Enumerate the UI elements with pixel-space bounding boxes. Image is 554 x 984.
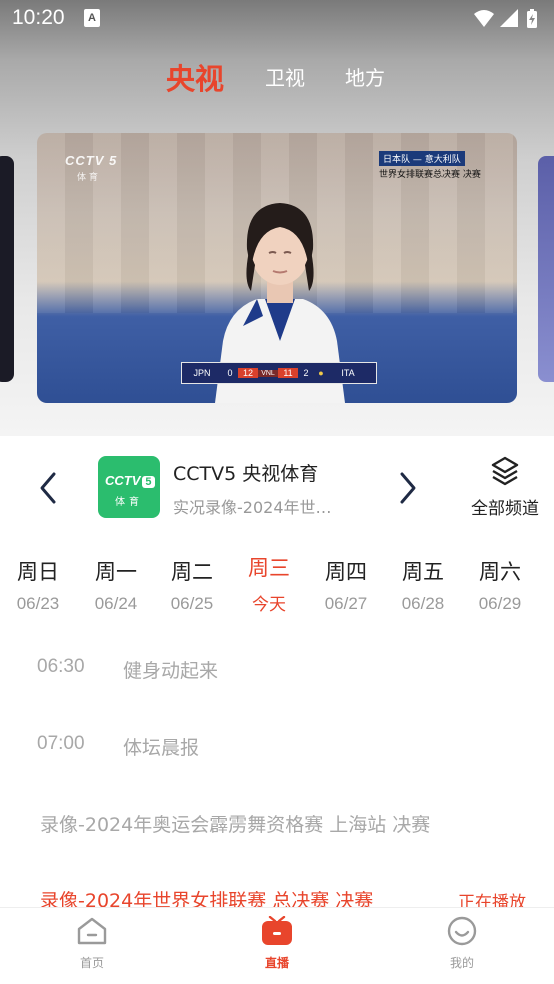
scoreboard: JPN 0 12 VNL 11 2 ● ITA [181, 362, 377, 384]
tab-satellite[interactable]: 卫视 [265, 62, 305, 91]
day-tue[interactable]: 周二 06/25 [157, 556, 227, 614]
chevron-left-icon[interactable] [36, 470, 60, 506]
video-channel-logo: CCTV 5 [65, 153, 118, 168]
day-thu[interactable]: 周四 06/27 [311, 556, 381, 614]
bottom-nav: 首页 直播 我的 [0, 907, 554, 984]
carousel-next-card[interactable] [538, 156, 554, 382]
video-match-teams: 日本队 — 意大利队 [379, 151, 465, 166]
score-sets-right: 2 [303, 368, 309, 378]
status-time: 10:20 [12, 6, 65, 29]
program-item[interactable]: 06:30 健身动起来 [0, 650, 554, 690]
video-channel-sub: 体 育 [77, 173, 98, 183]
video-match-overlay: 日本队 — 意大利队 世界女排联赛总决赛 决赛 [379, 147, 493, 180]
wifi-icon [474, 10, 494, 27]
program-name: 健身动起来 [123, 660, 219, 682]
nav-home[interactable]: 首页 [47, 916, 137, 971]
program-time: 06:30 [37, 656, 85, 677]
score-points-right: 11 [278, 368, 298, 378]
channel-logo-sub: 体育 [115, 497, 143, 508]
chevron-right-icon[interactable] [396, 470, 420, 506]
day-fri[interactable]: 周五 06/28 [388, 556, 458, 614]
all-channels-label: 全部频道 [471, 499, 539, 519]
video-player[interactable]: CCTV 5 体 育 日本队 — 意大利队 世界女排联赛总决赛 决赛 JPN 0… [37, 133, 517, 403]
day-sun[interactable]: 周日 06/23 [3, 556, 73, 614]
day-sat[interactable]: 周六 06/29 [465, 556, 535, 614]
score-divider: VNL [258, 369, 278, 377]
all-channels-button[interactable]: 全部频道 [460, 456, 550, 519]
home-icon [77, 917, 107, 945]
program-time: 07:00 [37, 733, 85, 754]
tab-cctv[interactable]: 央视 [166, 56, 224, 98]
program-item[interactable]: 录像-2024年奥运会霹雳舞资格赛 上海站 决赛 [0, 804, 554, 844]
battery-icon [527, 9, 537, 28]
layers-icon [491, 456, 519, 486]
video-match-title: 世界女排联赛总决赛 决赛 [379, 170, 481, 180]
day-wed-today[interactable]: 周三 今天 [234, 552, 304, 615]
program-item[interactable]: 07:00 体坛晨报 [0, 727, 554, 767]
channel-logo-num: 5 [142, 476, 155, 488]
channel-logo: CCTV 5 体育 [98, 456, 160, 518]
smile-icon [447, 916, 477, 946]
channel-info-row: CCTV 5 体育 CCTV5 央视体育 实况录像-2024年世… 全部频道 [0, 436, 554, 542]
signal-icon [500, 9, 518, 27]
channel-logo-text: CCTV [105, 473, 141, 488]
day-selector: 周日 06/23 周一 06/24 周二 06/25 周三 今天 周四 06/27 周五 0… [0, 548, 554, 624]
tab-local[interactable]: 地方 [345, 62, 385, 91]
nav-mine[interactable]: 我的 [417, 916, 507, 971]
channel-name: CCTV5 央视体育 [173, 463, 319, 485]
tv-icon [262, 915, 292, 945]
day-mon[interactable]: 周一 06/24 [81, 556, 151, 614]
system-icons [472, 8, 542, 34]
nav-live[interactable]: 直播 [232, 915, 322, 971]
carousel-prev-card[interactable] [0, 156, 14, 382]
notification-icon: A [84, 9, 100, 27]
score-points-left: 12 [238, 368, 258, 378]
score-team-right: ITA [341, 368, 355, 378]
score-team-left: JPN [193, 368, 211, 378]
status-bar: 10:20 A [0, 0, 554, 38]
category-tabs: 央视 卫视 地方 [0, 52, 554, 98]
program-name: 录像-2024年奥运会霹雳舞资格赛 上海站 决赛 [40, 814, 431, 836]
program-name: 体坛晨报 [123, 737, 200, 759]
channel-current-program: 实况录像-2024年世… [173, 498, 332, 517]
volleyball-icon: ● [318, 368, 324, 378]
score-sets-left: 0 [227, 368, 233, 378]
